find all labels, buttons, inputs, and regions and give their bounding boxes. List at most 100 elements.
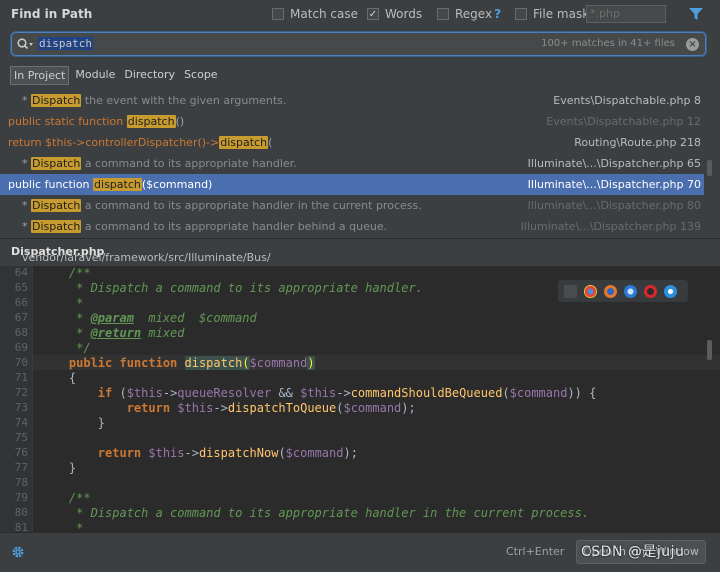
code-preview[interactable]: 64 65 66 67 68 69 70 71 72 73 74 75 76 7… [0, 266, 720, 532]
result-post: () [175, 115, 185, 128]
result-post: a command to its appropriate handler. [81, 157, 297, 170]
file-mask-label: File mask: [533, 7, 594, 21]
match-count: 100+ matches in 41+ files [541, 38, 675, 49]
line-number: 81 [14, 521, 28, 532]
result-post: ( [268, 136, 273, 149]
result-file: Illuminate\...\Dispatcher.php 70 [527, 178, 701, 191]
result-file: Events\Dispatchable.php 12 [546, 115, 701, 128]
editor-scrollbar[interactable] [707, 340, 712, 360]
file-path-dir: vendor/laravel/framework/src/Illuminate/… [22, 251, 271, 264]
tab-module[interactable]: Module [72, 66, 118, 85]
result-row[interactable]: * Dispatch the event with the given argu… [0, 90, 704, 111]
result-row[interactable]: * Dispatch a command to its appropriate … [0, 216, 704, 236]
results-list: * Dispatch the event with the given argu… [0, 90, 720, 236]
file-mask-checkbox[interactable]: File mask: [515, 7, 593, 21]
search-icon[interactable] [17, 38, 33, 51]
code-line: public function dispatch($command) [40, 356, 315, 370]
line-number: 80 [14, 506, 28, 519]
line-number: 71 [14, 371, 28, 384]
result-post: a command to its appropriate handler in … [81, 199, 422, 212]
result-file: Illuminate\...\Dispatcher.php 139 [520, 220, 701, 233]
file-mask-input[interactable]: *.php [586, 5, 666, 23]
code-line: /** [40, 491, 91, 505]
code-line: } [40, 416, 106, 430]
result-match: Dispatch [31, 220, 82, 233]
chrome-icon[interactable] [584, 284, 597, 298]
code-line: } [40, 461, 77, 475]
checkbox-box-checked[interactable]: ✓ [367, 8, 379, 20]
checkbox-box[interactable] [272, 8, 284, 20]
result-row[interactable]: * Dispatch a command to its appropriate … [0, 153, 704, 174]
result-match: Dispatch [31, 199, 82, 212]
result-pre: public static function [8, 115, 127, 128]
shortcut-hint: Ctrl+Enter [506, 545, 565, 558]
file-path-bar: vendor/laravel/framework/src/Illuminate/… [0, 238, 720, 264]
line-number: 78 [14, 476, 28, 489]
code-line: * [40, 521, 84, 532]
opera-icon[interactable] [644, 284, 657, 298]
tab-in-project[interactable]: In Project [10, 66, 70, 85]
line-number: 77 [14, 461, 28, 474]
checkbox-box[interactable] [437, 8, 449, 20]
regex-help-icon[interactable]: ? [494, 7, 501, 21]
result-post: ($command) [141, 178, 213, 191]
result-pre: public function [8, 178, 94, 191]
result-row-selected[interactable]: public function dispatch($command) Illum… [0, 174, 704, 195]
line-number: 72 [14, 386, 28, 399]
result-file: Illuminate\...\Dispatcher.php 65 [527, 157, 701, 170]
result-match: dispatch [126, 115, 176, 128]
results-scrollbar[interactable] [707, 160, 712, 176]
regex-label: Regex [455, 7, 493, 21]
line-number: 76 [14, 446, 28, 459]
code-line: { [40, 371, 77, 385]
regex-checkbox[interactable]: Regex ? [437, 7, 501, 21]
search-input[interactable]: dispatch [38, 37, 93, 50]
firefox-icon[interactable] [604, 284, 617, 298]
line-number: 68 [14, 326, 28, 339]
code-line: /** [40, 266, 91, 280]
line-number: 64 [14, 266, 28, 279]
result-row[interactable]: public static function dispatch() Events… [0, 111, 704, 132]
words-label: Words [385, 7, 423, 21]
scope-tabs: In Project Module Directory Scope [10, 66, 224, 85]
editor-icon[interactable] [564, 284, 577, 298]
line-number: 75 [14, 431, 28, 444]
find-in-path-dialog: Find in Path Match case ✓ Words Regex ? … [0, 0, 720, 572]
tab-directory[interactable]: Directory [121, 66, 178, 85]
checkbox-box[interactable] [515, 8, 527, 20]
line-number: 67 [14, 311, 28, 324]
words-checkbox[interactable]: ✓ Words [367, 7, 422, 21]
match-case-checkbox[interactable]: Match case [272, 7, 358, 21]
result-post: a command to its appropriate handler beh… [81, 220, 388, 233]
tab-scope[interactable]: Scope [181, 66, 221, 85]
search-field[interactable]: dispatch 100+ matches in 41+ files × [11, 32, 706, 56]
line-number: 74 [14, 416, 28, 429]
result-pre: * [22, 157, 31, 170]
dialog-header: Find in Path Match case ✓ Words Regex ? … [0, 0, 720, 30]
result-file: Routing\Route.php 218 [574, 136, 701, 149]
line-number: 70 [14, 356, 28, 369]
gear-icon[interactable] [11, 545, 25, 559]
line-number: 65 [14, 281, 28, 294]
code-line: */ [40, 341, 91, 355]
code-line: * @return mixed [40, 326, 185, 340]
filter-icon[interactable] [689, 8, 703, 21]
clear-icon[interactable]: × [686, 38, 699, 51]
result-file: Illuminate\...\Dispatcher.php 80 [527, 199, 701, 212]
result-row[interactable]: return $this->controllerDispatcher()->di… [0, 132, 704, 153]
code-line: * [40, 296, 84, 310]
result-match: Dispatch [31, 157, 82, 170]
safari-icon[interactable] [624, 284, 637, 298]
result-pre: * [22, 220, 31, 233]
watermark: CSDN @是juju [581, 544, 685, 560]
ie-icon[interactable] [664, 284, 677, 298]
result-pre: * [22, 199, 31, 212]
result-pre: return $this->controllerDispatcher()-> [8, 136, 220, 149]
result-row[interactable]: * Dispatch a command to its appropriate … [0, 195, 704, 216]
line-number: 79 [14, 491, 28, 504]
code-line: * Dispatch a command to its appropriate … [40, 281, 423, 295]
code-line: * Dispatch a command to its appropriate … [40, 506, 590, 520]
code-line: * @param mixed $command [40, 311, 257, 325]
result-post: the event with the given arguments. [81, 94, 287, 107]
